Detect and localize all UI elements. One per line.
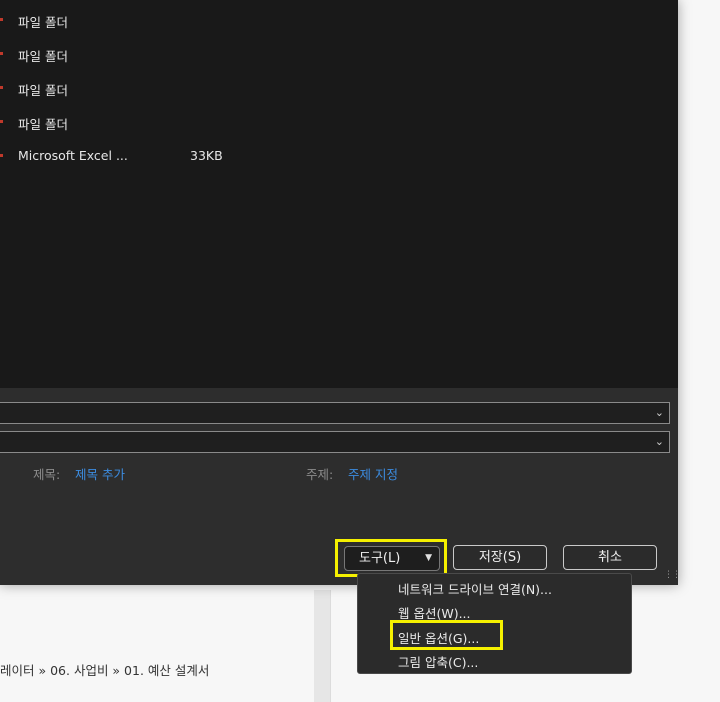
add-title-link[interactable]: 제목 추가: [75, 464, 125, 483]
file-type: 파일 폴더: [18, 83, 68, 98]
file-marker: [0, 120, 3, 123]
save-button[interactable]: 저장(S): [453, 545, 547, 570]
chevron-down-icon[interactable]: ⌄: [655, 406, 664, 419]
background-divider: [314, 590, 330, 702]
resize-grip-icon[interactable]: ⋮⋮: [664, 570, 681, 580]
file-marker: [0, 52, 3, 55]
menu-item-map-network-drive[interactable]: 네트워크 드라이브 연결(N)...: [398, 579, 552, 598]
file-row[interactable]: Microsoft Excel ... 33KB: [0, 144, 670, 168]
file-row[interactable]: 파일 폴더: [0, 8, 670, 32]
file-size: 33KB: [190, 148, 223, 163]
caret-down-icon: ▼: [425, 553, 432, 563]
add-subject-link[interactable]: 주제 지정: [348, 464, 398, 483]
chevron-down-icon[interactable]: ⌄: [655, 435, 664, 448]
breadcrumb: 레이터 » 06. 사업비 » 01. 예산 설계서: [0, 663, 210, 678]
file-type: Microsoft Excel ...: [18, 148, 128, 163]
file-row[interactable]: 파일 폴더: [0, 76, 670, 100]
file-type-select[interactable]: ⌄: [0, 431, 670, 453]
tools-button-label: 도구(L): [359, 551, 401, 566]
file-type: 파일 폴더: [18, 117, 68, 132]
file-type: 파일 폴더: [18, 15, 68, 30]
file-row[interactable]: 파일 폴더: [0, 110, 670, 134]
save-as-dialog: 파일 폴더 파일 폴더 파일 폴더 파일 폴더 Microsoft Excel …: [0, 0, 681, 585]
file-row[interactable]: 파일 폴더: [0, 42, 670, 66]
title-label: 제목:: [33, 467, 61, 482]
file-marker: [0, 154, 3, 157]
file-marker: [0, 86, 3, 89]
cancel-button[interactable]: 취소: [563, 545, 657, 570]
general-options-highlight-box: [390, 620, 503, 650]
file-name-field[interactable]: ⌄: [0, 402, 670, 424]
subject-label: 주제:: [306, 467, 334, 482]
file-list: 파일 폴더 파일 폴더 파일 폴더 파일 폴더 Microsoft Excel …: [0, 0, 678, 388]
menu-item-compress-pictures[interactable]: 그림 압축(C)...: [398, 652, 478, 671]
file-type: 파일 폴더: [18, 49, 68, 64]
file-marker: [0, 18, 3, 21]
background-divider-line: [330, 590, 331, 702]
tools-button[interactable]: 도구(L) ▼: [344, 546, 440, 571]
